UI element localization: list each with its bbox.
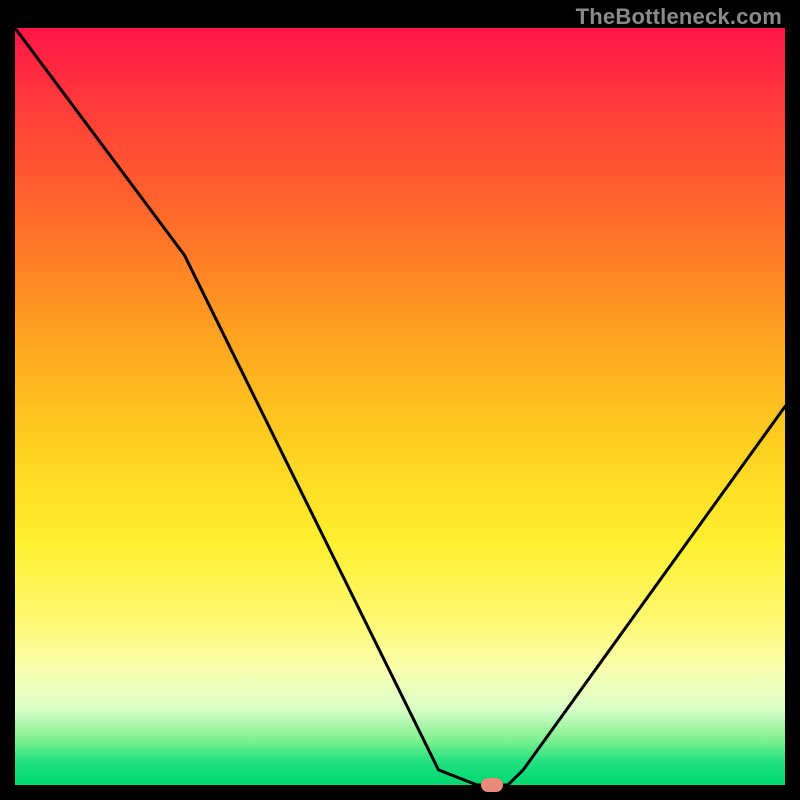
watermark-text: TheBottleneck.com — [576, 4, 782, 30]
optimal-marker — [481, 778, 503, 792]
plot-area — [15, 28, 785, 785]
bottleneck-curve — [15, 28, 785, 785]
chart-frame: TheBottleneck.com — [0, 0, 800, 800]
